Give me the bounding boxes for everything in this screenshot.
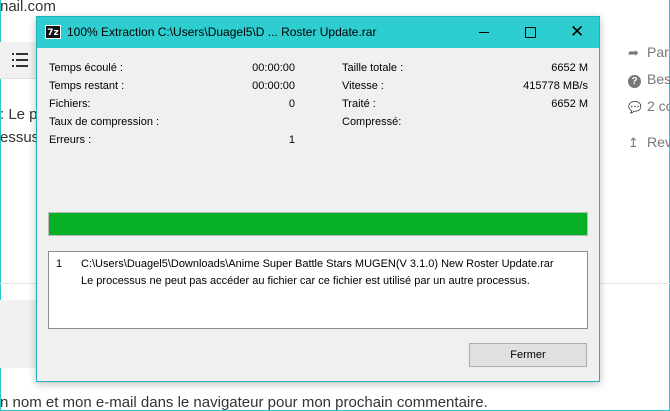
sidebar-help[interactable]: ? Bes xyxy=(628,71,670,89)
minimize-icon xyxy=(479,32,489,33)
log-item-number: 1 xyxy=(56,258,63,270)
bg-comment-line-2: essus xyxy=(0,129,40,146)
list-icon[interactable] xyxy=(12,53,28,67)
files-label: Fichiers: xyxy=(49,98,91,110)
log-item-detail[interactable]: Le processus ne peut pas accéder au fich… xyxy=(49,275,587,291)
7zip-app-icon[interactable]: 7z xyxy=(45,25,61,39)
bg-input-area[interactable] xyxy=(0,300,36,368)
maximize-icon xyxy=(525,27,536,38)
log-item-path: C:\Users\Duagel5\Downloads\Anime Super B… xyxy=(81,258,554,270)
error-log-list[interactable]: 1 C:\Users\Duagel5\Downloads\Anime Super… xyxy=(48,251,588,329)
log-item[interactable]: 1 C:\Users\Duagel5\Downloads\Anime Super… xyxy=(49,258,587,274)
remaining-time-label: Temps restant : xyxy=(49,80,125,92)
compressed-label: Compressé: xyxy=(342,116,402,128)
total-size-value: 6652 M xyxy=(551,62,588,74)
minimize-button[interactable] xyxy=(461,17,507,48)
maximize-button[interactable] xyxy=(507,17,553,48)
close-icon: ✕ xyxy=(570,22,585,42)
compression-ratio-label: Taux de compression : xyxy=(49,116,160,128)
log-item-message: Le processus ne peut pas accéder au fich… xyxy=(81,275,530,287)
errors-value: 1 xyxy=(288,134,295,146)
speed-value: 415778 MB/s xyxy=(523,80,588,92)
processed-value: 6652 M xyxy=(551,98,588,110)
extraction-dialog: 7z 100% Extraction C:\Users\Duagel5\D ..… xyxy=(36,16,600,382)
close-button[interactable]: Fermer xyxy=(469,343,587,367)
title-bar[interactable]: 7z 100% Extraction C:\Users\Duagel5\D ..… xyxy=(37,17,599,48)
bg-remember-text: n nom et mon e-mail dans le navigateur p… xyxy=(0,394,488,411)
elapsed-time-label: Temps écoulé : xyxy=(49,62,123,74)
bg-email-text: nail.com xyxy=(0,0,56,15)
remaining-time-value: 00:00:00 xyxy=(252,80,295,92)
share-icon: ➦ xyxy=(628,45,639,60)
processed-label: Traité : xyxy=(342,98,376,110)
sidebar-comments[interactable]: 💬 2 co xyxy=(628,98,670,116)
question-icon: ? xyxy=(628,75,641,88)
total-size-label: Taille totale : xyxy=(342,62,404,74)
comment-icon: 💬 xyxy=(628,102,642,114)
arrow-up-icon: ↥ xyxy=(628,135,639,150)
bg-toolbar xyxy=(0,42,36,79)
bg-comment-line-1: : Le p xyxy=(0,106,38,123)
extraction-progress-bar xyxy=(48,212,588,236)
close-window-button[interactable]: ✕ xyxy=(553,17,599,48)
files-value: 0 xyxy=(288,98,295,110)
sidebar-review[interactable]: ↥ Rev xyxy=(628,134,670,152)
window-title: 100% Extraction C:\Users\Duagel5\D ... R… xyxy=(67,25,377,39)
sidebar-share[interactable]: ➦ Par xyxy=(628,44,669,62)
elapsed-time-value: 00:00:00 xyxy=(252,62,295,74)
progress-fill xyxy=(49,213,587,235)
dialog-body: Temps écoulé : 00:00:00 Temps restant : … xyxy=(37,48,599,381)
errors-label: Erreurs : xyxy=(49,134,92,146)
speed-label: Vitesse : xyxy=(342,80,384,92)
